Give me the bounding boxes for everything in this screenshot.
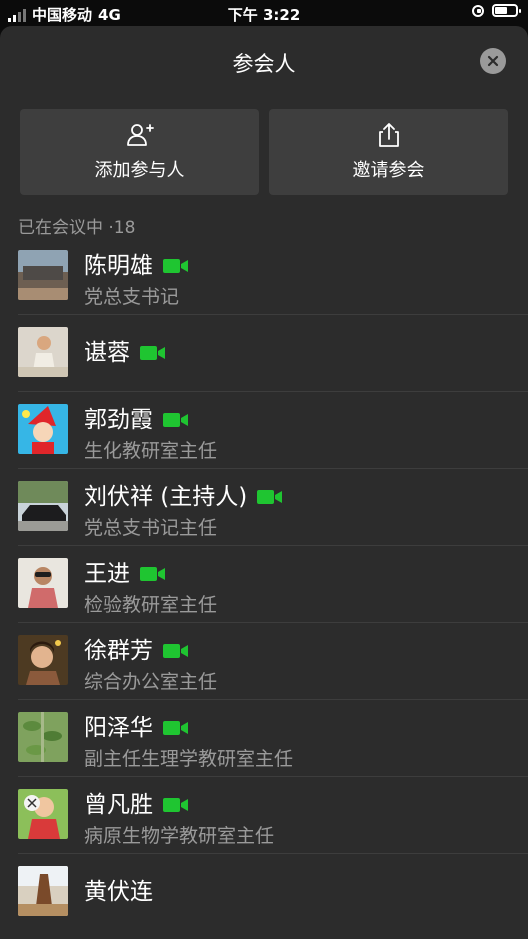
participant-name: 刘伏祥 (主持人): [84, 484, 248, 510]
name-line: 曾凡胜: [84, 791, 189, 819]
participant-name: 曾凡胜: [84, 792, 153, 818]
participant-row[interactable]: 曾凡胜 病原生物学教研室主任: [0, 777, 528, 854]
video-on-icon: [163, 259, 188, 273]
name-line: 阳泽华: [84, 714, 189, 742]
in-meeting-count: 已在会议中 ·18: [18, 218, 136, 238]
video-on-icon: [257, 490, 283, 504]
video-on-icon: [163, 413, 188, 427]
avatar: [18, 404, 68, 454]
invite-label: 邀请参会: [352, 160, 425, 181]
participant-list: 陈明雄 党总支书记 谌蓉 郭劲霞 生化教研室主任 刘伏祥 (主持人) 党总支书记…: [0, 238, 528, 931]
participant-role: 党总支书记主任: [84, 517, 218, 539]
participant-name: 阳泽华: [84, 715, 153, 741]
add-participant-label: 添加参与人: [94, 160, 185, 181]
name-line: 谌蓉: [84, 339, 166, 367]
avatar: [18, 327, 68, 377]
participant-role: 生化教研室主任: [84, 440, 218, 462]
sheet-title: 参会人: [232, 52, 296, 76]
name-line: 陈明雄: [84, 252, 189, 280]
participant-role: 病原生物学教研室主任: [84, 825, 275, 847]
video-on-icon: [163, 644, 188, 658]
avatar: [18, 635, 68, 685]
invite-button[interactable]: 邀请参会: [269, 109, 508, 195]
add-participant-button[interactable]: 添加参与人: [20, 109, 259, 195]
participant-name: 陈明雄: [84, 253, 153, 279]
participant-row[interactable]: 刘伏祥 (主持人) 党总支书记主任: [0, 469, 528, 546]
participant-name: 郭劲霞: [84, 407, 153, 433]
participant-name: 徐群芳: [84, 638, 153, 664]
share-icon: [378, 123, 399, 147]
add-person-icon: [126, 124, 154, 146]
video-on-icon: [163, 798, 188, 812]
participant-role: 检验教研室主任: [84, 594, 218, 616]
avatar: [18, 789, 68, 839]
participant-name: 王进: [84, 561, 130, 587]
participant-role: 副主任生理学教研室主任: [84, 748, 294, 770]
avatar: [18, 558, 68, 608]
status-time: 下午 3:22: [227, 6, 301, 24]
status-right: [472, 4, 521, 17]
video-on-icon: [140, 346, 165, 360]
avatar: [18, 712, 68, 762]
participant-row[interactable]: 阳泽华 副主任生理学教研室主任: [0, 700, 528, 777]
action-row: 添加参与人 邀请参会: [20, 109, 508, 195]
participant-name: 黄伏连: [84, 879, 153, 905]
name-line: 郭劲霞: [84, 406, 189, 434]
video-on-icon: [140, 567, 165, 581]
avatar: [18, 866, 68, 916]
participant-row[interactable]: 陈明雄 党总支书记: [0, 238, 528, 315]
name-line: 王进: [84, 560, 166, 588]
avatar: [18, 481, 68, 531]
battery-icon: [492, 4, 521, 17]
participant-row[interactable]: 黄伏连: [0, 854, 528, 931]
name-line: 刘伏祥 (主持人): [84, 483, 283, 511]
close-button[interactable]: [480, 48, 506, 74]
name-line: 徐群芳: [84, 637, 189, 665]
participant-role: 综合办公室主任: [84, 671, 218, 693]
participants-sheet: 参会人 添加参与人 邀请参会 已在会议中 ·18 陈明雄 党总支书记 谌蓉 郭劲…: [0, 26, 528, 939]
status-bar: 中国移动 4G 下午 3:22: [0, 0, 528, 26]
orientation-lock-icon: [472, 4, 484, 17]
participant-row[interactable]: 郭劲霞 生化教研室主任: [0, 392, 528, 469]
participant-name: 谌蓉: [84, 340, 130, 366]
avatar: [18, 250, 68, 300]
close-icon: [487, 55, 499, 67]
video-on-icon: [163, 721, 188, 735]
participant-role: 党总支书记: [84, 286, 180, 308]
participant-row[interactable]: 王进 检验教研室主任: [0, 546, 528, 623]
participant-row[interactable]: 谌蓉: [0, 315, 528, 392]
name-line: 黄伏连: [84, 878, 153, 906]
participant-row[interactable]: 徐群芳 综合办公室主任: [0, 623, 528, 700]
